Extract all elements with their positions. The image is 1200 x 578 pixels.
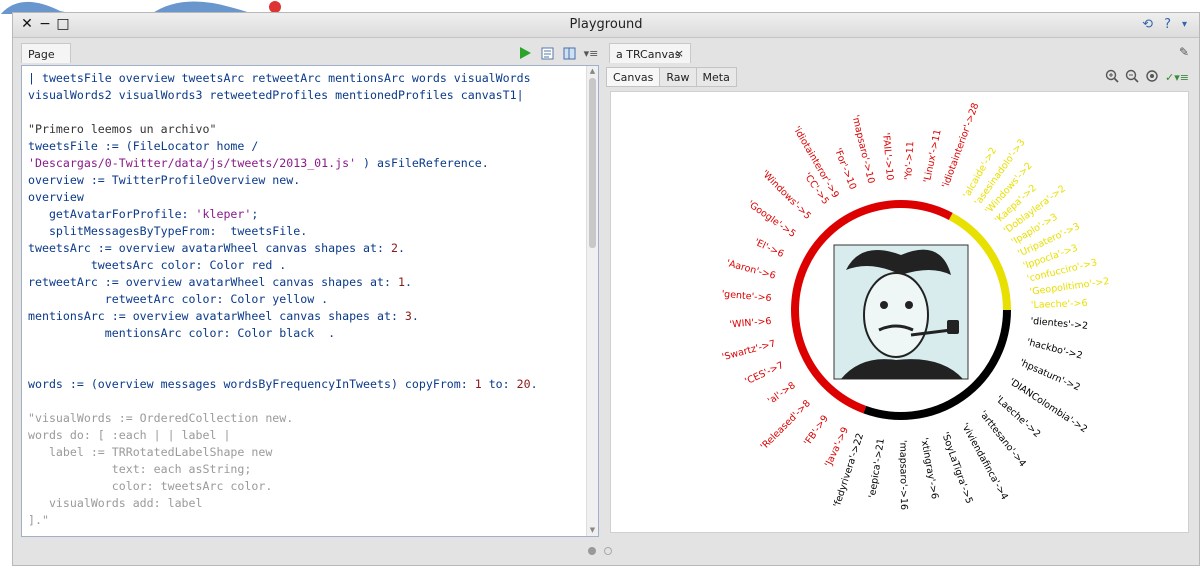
help-icon[interactable]: ? <box>1164 17 1171 32</box>
code-line[interactable]: tweetsArc := overview avatarWheel canvas… <box>28 240 584 257</box>
scroll-thumb[interactable] <box>589 78 596 248</box>
word-label: 'Yo'->11 <box>903 141 916 181</box>
code-line[interactable]: tweetsArc color: Color red . <box>28 257 584 274</box>
canvas-options-icon[interactable]: ✓▾≡ <box>1165 71 1189 84</box>
page-dot-2[interactable] <box>604 547 612 555</box>
code-line[interactable] <box>28 359 584 376</box>
code-line[interactable] <box>28 342 584 359</box>
tab-raw[interactable]: Raw <box>659 67 697 87</box>
status-bar <box>13 539 1199 565</box>
avatar-image <box>833 244 969 380</box>
editor-toolbar: ▾≡ <box>518 43 598 63</box>
word-label: 'Linux'->11 <box>922 128 944 183</box>
playground-window: ✕ − □ Playground ⟲ ? ▾ Page ▾≡ | tweetsF… <box>12 12 1200 566</box>
code-line[interactable]: visualWords add: label <box>28 495 584 512</box>
code-line[interactable]: mentionsArc := overview avatarWheel canv… <box>28 308 584 325</box>
trcanvas-view[interactable]: 'alcaide'->2'asesinadolo'->3 'Windows'->2… <box>610 91 1189 533</box>
pencil-icon[interactable]: ✎ <box>1179 45 1189 59</box>
run-icon[interactable] <box>518 46 532 60</box>
code-line[interactable]: "Primero leemos un archivo" <box>28 121 584 138</box>
scroll-down-icon[interactable]: ▼ <box>588 526 597 535</box>
window-title: Playground <box>569 17 643 32</box>
word-label: 'Swartz'->7 <box>721 338 777 363</box>
tab-canvas[interactable]: Canvas <box>606 67 661 87</box>
word-label: 'Aaron'->6 <box>725 258 777 282</box>
avatar-wheel: 'alcaide'->2'asesinadolo'->3'Windows'->2… <box>721 102 1110 511</box>
code-line[interactable]: text: each asString; <box>28 461 584 478</box>
scroll-up-icon[interactable]: ▲ <box>588 67 597 76</box>
word-label: 'hackbo'->2 <box>1026 337 1084 362</box>
word-label: 'gente'->6 <box>721 289 772 304</box>
titlebar: ✕ − □ Playground ⟲ ? ▾ <box>13 13 1199 38</box>
word-label: 'WIN'->6 <box>729 316 772 331</box>
tab-trcanvas[interactable]: a TRCanvas × <box>609 43 691 63</box>
code-line[interactable]: splitMessagesByTypeFrom: tweetsFile. <box>28 223 584 240</box>
code-line[interactable]: retweetArc := overview avatarWheel canva… <box>28 274 584 291</box>
word-label: 'FB'->9 <box>802 413 831 448</box>
window-menu-chevron-icon[interactable]: ▾ <box>1182 19 1187 30</box>
zoom-out-icon[interactable] <box>1125 68 1139 87</box>
code-line[interactable]: retweetArc color: Color yellow . <box>28 291 584 308</box>
code-line[interactable]: label := TRRotatedLabelShape new <box>28 444 584 461</box>
code-line[interactable]: "visualWords := OrderedCollection new. <box>28 410 584 427</box>
code-line[interactable]: overview := TwitterProfileOverview new. <box>28 172 584 189</box>
word-label: 'dientes'->2 <box>1030 316 1088 332</box>
editor-scrollbar[interactable]: ▲ ▼ <box>586 66 598 536</box>
code-line[interactable]: mentionsArc color: Color black . <box>28 325 584 342</box>
columns-icon[interactable] <box>562 46 576 60</box>
tab-trcanvas-label: a TRCanvas <box>616 48 681 61</box>
tab-meta[interactable]: Meta <box>695 67 737 87</box>
code-editor[interactable]: | tweetsFile overview tweetsArc retweetA… <box>21 65 599 537</box>
code-line[interactable]: tweetsFile := (FileLocator home / <box>28 138 584 155</box>
word-label: 'Laeche'->6 <box>1031 298 1088 311</box>
code-line[interactable] <box>28 104 584 121</box>
canvas-toolbar: ✓▾≡ <box>1105 68 1189 87</box>
code-text[interactable]: | tweetsFile overview tweetsArc retweetA… <box>28 70 584 529</box>
word-label: 'mapsaro'->16 <box>897 440 909 510</box>
editor-menu-icon[interactable]: ▾≡ <box>584 46 599 60</box>
word-label: 'al'->8 <box>766 380 798 407</box>
tab-page[interactable]: Page <box>21 43 71 63</box>
bindings-icon[interactable] <box>540 46 554 60</box>
code-line[interactable]: words do: [ :each | | label | <box>28 427 584 444</box>
code-line[interactable] <box>28 393 584 410</box>
code-line[interactable]: ]." <box>28 512 584 529</box>
zoom-reset-icon[interactable] <box>1145 68 1159 87</box>
page-dot-1[interactable] <box>588 547 596 555</box>
code-line[interactable]: 'Descargas/0-Twitter/data/js/tweets/2013… <box>28 155 584 172</box>
close-tab-icon[interactable]: × <box>675 47 684 60</box>
code-line[interactable]: overview <box>28 189 584 206</box>
word-label: 'CES'->7 <box>743 360 785 387</box>
word-label: 'eepica'->21 <box>867 438 887 499</box>
canvas-subtabs: Canvas Raw Meta <box>606 67 737 87</box>
code-line[interactable]: | tweetsFile overview tweetsArc retweetA… <box>28 70 584 87</box>
word-label: 'FAIL'->10 <box>880 132 895 181</box>
word-label: 'xtingray'->6 <box>918 437 940 500</box>
code-line[interactable]: visualWords2 visualWords3 retweetedProfi… <box>28 87 584 104</box>
code-line[interactable]: color: tweetsArc color. <box>28 478 584 495</box>
refresh-icon[interactable]: ⟲ <box>1142 17 1153 32</box>
code-line[interactable]: words := (overview messages wordsByFrequ… <box>28 376 584 393</box>
code-line[interactable]: getAvatarForProfile: 'kleper'; <box>28 206 584 223</box>
zoom-in-icon[interactable] <box>1105 68 1119 87</box>
word-label: 'El'->6 <box>752 237 785 260</box>
